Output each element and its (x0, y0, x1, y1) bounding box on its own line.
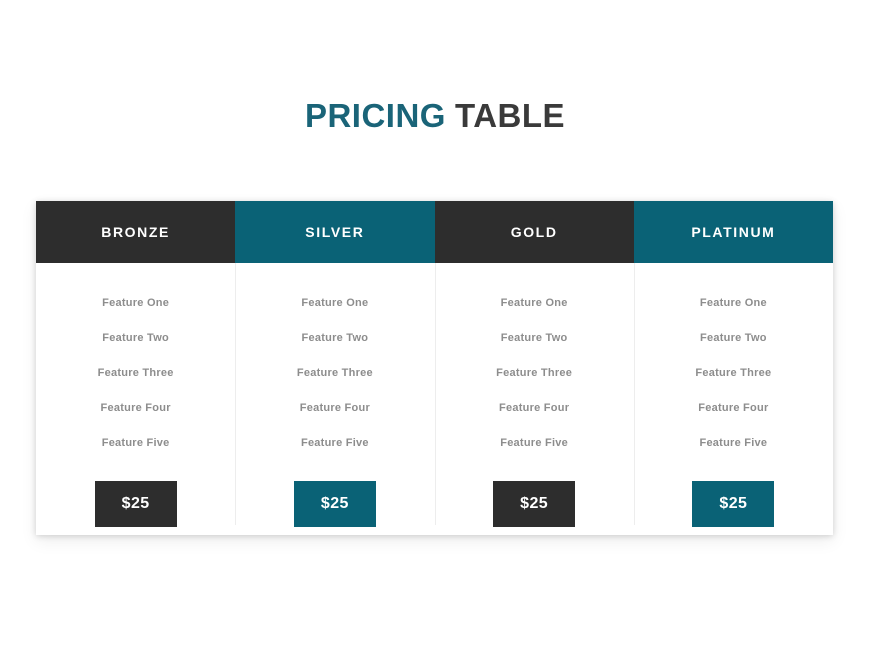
price-button[interactable]: $25 (493, 481, 576, 527)
plan-header: BRONZE (36, 201, 236, 263)
feature-item: Feature Four (698, 402, 769, 414)
feature-item: Feature Four (499, 402, 570, 414)
feature-item: Feature Two (500, 332, 568, 344)
plan-header: SILVER (235, 201, 435, 263)
plan-header: PLATINUM (633, 201, 833, 263)
feature-item: Feature Three (296, 367, 373, 379)
feature-item: Feature Five (101, 437, 170, 449)
feature-item: Feature Three (496, 367, 573, 379)
price-button[interactable]: $25 (293, 481, 376, 527)
feature-item: Feature Two (102, 332, 169, 344)
plan-name: BRONZE (101, 224, 170, 240)
plan-header: GOLD (434, 201, 634, 263)
feature-item: Feature Five (699, 437, 768, 449)
feature-item: Feature Five (300, 437, 369, 449)
page-title-plain: TABLE (454, 97, 566, 134)
feature-item: Feature Two (700, 332, 767, 344)
feature-item: Feature One (500, 297, 568, 309)
plan-body: Feature One Feature Two Feature Three Featu… (633, 263, 833, 535)
feature-item: Feature Five (500, 437, 569, 449)
plan-body: Feature One Feature Two Feature Three Featu… (434, 263, 634, 535)
pricing-column: BRONZE Feature One Feature Two Feature Thre… (36, 201, 236, 535)
feature-item: Feature One (699, 297, 767, 309)
plan-name: GOLD (510, 224, 558, 240)
pricing-table: BRONZE Feature One Feature Two Feature Thre… (36, 201, 833, 535)
pricing-column: PLATINUM Feature One Feature Two Feature Th… (633, 201, 833, 535)
plan-name: PLATINUM (691, 224, 776, 240)
page-title: PRICING TABLE (0, 96, 870, 136)
pricing-column: GOLD Feature One Feature Two Feature Three F… (434, 201, 634, 535)
feature-item: Feature Three (97, 367, 174, 379)
plan-name: SILVER (305, 224, 365, 240)
feature-item: Feature One (301, 297, 369, 309)
price-button[interactable]: $25 (94, 481, 177, 527)
feature-item: Feature Four (100, 402, 171, 414)
feature-item: Feature Four (299, 402, 370, 414)
page-title-text: PRICING TABLE (0, 96, 870, 136)
price-button[interactable]: $25 (692, 481, 775, 527)
feature-item: Feature One (102, 297, 170, 309)
feature-item: Feature Three (695, 367, 772, 379)
feature-item: Feature Two (301, 332, 369, 344)
pricing-column: SILVER Feature One Feature Two Feature Thre… (235, 201, 435, 535)
plan-body: Feature One Feature Two Feature Three Featu… (36, 263, 235, 535)
plan-body: Feature One Feature Two Feature Three Featu… (235, 263, 434, 535)
page-title-accent: PRICING (304, 97, 446, 134)
